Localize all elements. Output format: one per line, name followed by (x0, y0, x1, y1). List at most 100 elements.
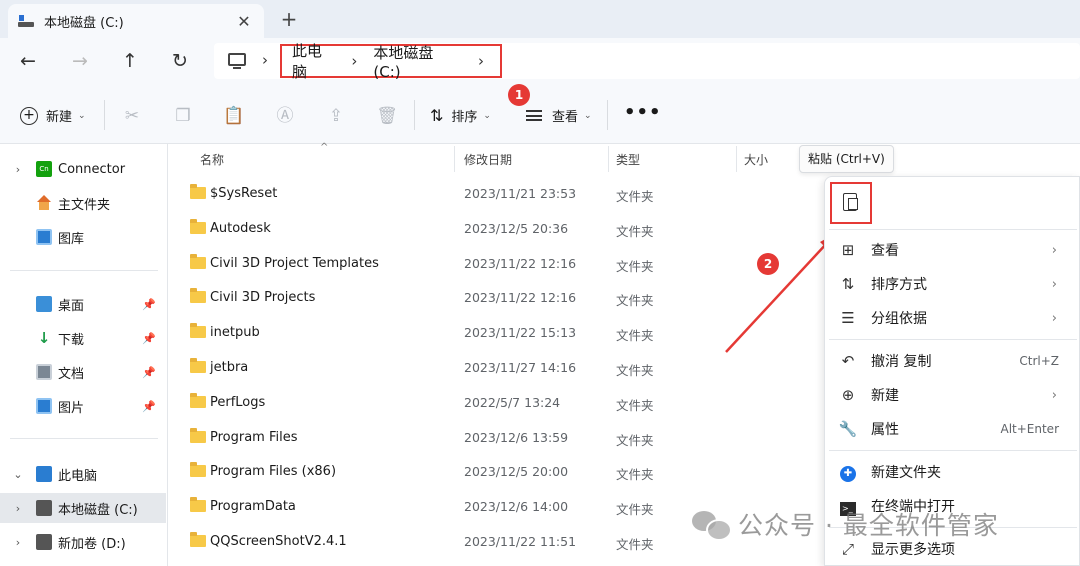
sidebar-item-downloads[interactable]: ↓ 下载 📌 (0, 323, 166, 353)
column-separator[interactable] (736, 146, 737, 172)
menu-item-view[interactable]: ⊞ 查看 › (825, 233, 1079, 267)
breadcrumb-this-pc[interactable]: 此电脑 (292, 40, 335, 82)
file-name: $SysReset (210, 186, 278, 201)
column-header-name[interactable]: 名称 (200, 146, 450, 174)
menu-item-sort-by[interactable]: ⇅ 排序方式 › (825, 267, 1079, 301)
sort-label: 排序 (451, 110, 478, 125)
file-row[interactable]: $SysReset 2023/11/21 23:53 文件夹 (168, 177, 788, 211)
paste-tooltip: 粘贴 (Ctrl+V) (799, 145, 894, 173)
toolbar-divider (414, 100, 415, 130)
file-row[interactable]: Program Files 2023/12/6 13:59 文件夹 (168, 421, 788, 455)
file-type: 文件夹 (616, 432, 654, 448)
file-row[interactable]: Civil 3D Projects 2023/11/22 12:16 文件夹 (168, 281, 788, 315)
menu-item-undo-copy[interactable]: ↶ 撤消 复制 Ctrl+Z (825, 344, 1079, 378)
sidebar-item-desktop[interactable]: 桌面 📌 (0, 289, 166, 319)
chevron-right-icon[interactable]: › (262, 51, 268, 69)
file-row[interactable]: Program Files (x86) 2023/12/5 20:00 文件夹 (168, 455, 788, 489)
new-button[interactable]: + 新建 ⌄ (20, 106, 86, 125)
pin-icon[interactable]: 📌 (142, 400, 156, 413)
pin-icon[interactable]: 📌 (142, 298, 156, 311)
column-separator[interactable] (608, 146, 609, 172)
chevron-down-icon[interactable]: ⌄ (0, 468, 36, 481)
tab-bar: 本地磁盘 (C:) ✕ + (0, 0, 1080, 38)
sort-button[interactable]: ⇅ 排序 ⌄ (430, 106, 491, 125)
sidebar-item-local-disk-c[interactable]: › 本地磁盘 (C:) (0, 493, 166, 523)
column-separator[interactable] (454, 146, 455, 172)
file-row[interactable]: Autodesk 2023/12/5 20:36 文件夹 (168, 212, 788, 246)
file-row[interactable]: jetbra 2023/11/27 14:16 文件夹 (168, 351, 788, 385)
cut-icon[interactable]: ✂ (121, 106, 143, 126)
view-icon (526, 110, 542, 121)
close-icon[interactable]: ✕ (234, 12, 254, 31)
file-name: Autodesk (210, 220, 271, 236)
pin-icon[interactable]: 📌 (142, 332, 156, 345)
sidebar-item-connector[interactable]: › Cn Connector (0, 154, 166, 184)
paste-icon[interactable]: 📋 (223, 106, 245, 126)
menu-item-properties[interactable]: 🔧 属性 Alt+Enter (825, 412, 1079, 446)
sidebar-item-label: 新加卷 (D:) (58, 536, 126, 552)
new-tab-button[interactable]: + (276, 6, 302, 32)
up-button[interactable]: ↑ (114, 46, 146, 76)
menu-item-group-by[interactable]: ☰ 分组依据 › (825, 301, 1079, 335)
file-name: Civil 3D Projects (210, 290, 316, 306)
folder-icon (190, 184, 206, 199)
file-type: 文件夹 (616, 328, 654, 344)
drive-icon (36, 534, 52, 550)
sidebar-item-this-pc[interactable]: ⌄ 此电脑 (0, 459, 166, 489)
file-row[interactable]: Civil 3D Project Templates 2023/11/22 12:… (168, 247, 788, 281)
tab-local-disk-c[interactable]: 本地磁盘 (C:) ✕ (8, 4, 264, 38)
menu-item-new[interactable]: ⊕ 新建 › (825, 378, 1079, 412)
back-button[interactable]: ← (12, 46, 44, 76)
chevron-right-icon[interactable]: › (0, 536, 36, 549)
share-icon[interactable]: ⇪ (325, 106, 347, 126)
address-bar[interactable]: › 此电脑 › 本地磁盘 (C:) › (214, 40, 1080, 82)
file-modified-date: 2023/12/5 20:00 (464, 464, 569, 480)
folder-icon (190, 427, 206, 443)
sidebar-item-label: 图库 (58, 231, 85, 247)
sidebar-item-new-volume-d[interactable]: › 新加卷 (D:) (0, 527, 166, 557)
view-button[interactable]: 查看 ⌄ (526, 106, 592, 125)
menu-item-label: 撤消 复制 (871, 354, 932, 370)
file-modified-date: 2023/11/22 11:51 (464, 534, 577, 549)
file-type: 文件夹 (616, 223, 654, 239)
chevron-right-icon[interactable]: › (0, 502, 36, 515)
column-header-size[interactable]: 大小 (744, 146, 804, 174)
menu-item-label: 属性 (871, 422, 899, 438)
file-type: 文件夹 (616, 537, 654, 552)
sidebar-item-home[interactable]: 主文件夹 (0, 188, 166, 218)
column-header-type[interactable]: 类型 (616, 146, 736, 174)
pin-icon[interactable]: 📌 (142, 366, 156, 379)
file-type: 文件夹 (616, 258, 654, 274)
folder-icon (190, 462, 206, 478)
annotation-badge-2: 2 (757, 253, 779, 275)
file-row[interactable]: inetpub 2023/11/22 15:13 文件夹 (168, 316, 788, 350)
menu-item-new-folder[interactable]: ✚ 新建文件夹 (825, 455, 1079, 489)
new-label: 新建 (46, 110, 73, 125)
forward-button[interactable]: → (64, 46, 96, 76)
rename-icon[interactable]: Ⓐ (274, 106, 296, 126)
column-header-modified[interactable]: 修改日期 (464, 146, 604, 174)
refresh-button[interactable]: ↻ (164, 46, 196, 76)
sidebar-item-gallery[interactable]: 图库 (0, 222, 166, 252)
more-options-button[interactable]: ••• (624, 102, 662, 123)
file-modified-date: 2022/5/7 13:24 (464, 394, 561, 410)
file-modified-date: 2023/12/6 13:59 (464, 429, 569, 445)
watermark-text: 公众号 · 最全软件管家 (738, 511, 999, 540)
sidebar-item-documents[interactable]: 文档 📌 (0, 357, 166, 387)
folder-icon (190, 288, 206, 304)
navigation-pane: › Cn Connector 主文件夹 图库 桌面 📌 ↓ 下载 📌 文档 📌 … (0, 144, 168, 566)
file-row[interactable]: PerfLogs 2022/5/7 13:24 文件夹 (168, 386, 788, 420)
chevron-right-icon[interactable]: › (0, 163, 36, 176)
copy-icon[interactable]: ❐ (172, 106, 194, 126)
folder-icon (190, 218, 206, 234)
chevron-right-icon[interactable]: › (478, 52, 484, 70)
folder-icon (190, 532, 206, 547)
delete-icon[interactable]: 🗑 (376, 106, 398, 126)
sidebar-item-pictures[interactable]: 图片 📌 (0, 391, 166, 421)
file-type: 文件夹 (616, 502, 654, 518)
chevron-right-icon: › (1051, 387, 1057, 403)
breadcrumb-local-disk-c[interactable]: 本地磁盘 (C:) (373, 42, 462, 81)
menu-item-label: 查看 (871, 243, 899, 259)
paste-button[interactable] (830, 182, 872, 224)
chevron-right-icon[interactable]: › (351, 52, 357, 70)
